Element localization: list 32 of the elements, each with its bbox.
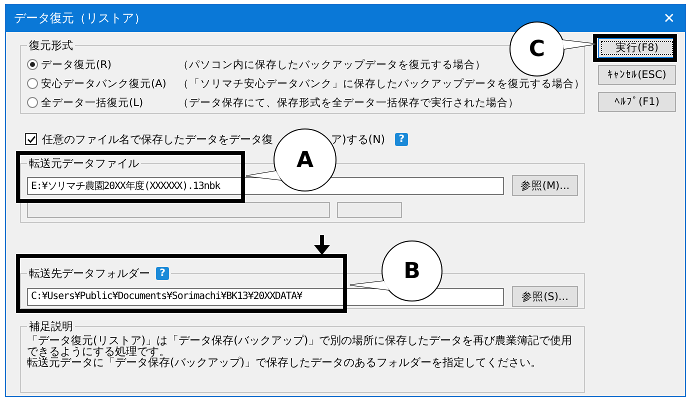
dialog-button[interactable]: ﾍﾙﾌﾟ(F1) xyxy=(598,92,676,112)
help-icon[interactable]: ? xyxy=(156,266,169,280)
browse-button[interactable]: 参照(M)... xyxy=(512,175,578,196)
radio-button[interactable] xyxy=(27,78,38,89)
down-arrow-icon xyxy=(314,235,330,255)
group-title: 復元形式 xyxy=(29,38,73,52)
close-button[interactable]: ✕ xyxy=(663,10,675,26)
note-text: 転送元データに「データ保存(バックアップ)」で保存したデータのあるフォルダーを指定してください。 xyxy=(27,357,543,368)
option-description: （データ保存にて、保存形式を全データ一括保存で実行された場合） xyxy=(178,96,520,110)
callout-letter: C xyxy=(528,36,546,63)
radio-label[interactable]: 安心データバンク復元(A) xyxy=(41,76,178,90)
radio-button[interactable] xyxy=(27,97,38,108)
dialog-button[interactable]: 実行(F8) xyxy=(598,38,676,58)
callout-letter: B xyxy=(402,258,422,285)
checkbox-label[interactable]: ア)する(N) xyxy=(331,132,386,146)
checkbox[interactable] xyxy=(25,133,37,145)
note-text: 「データ復元(リストア)」は「データ保存(バックアップ)」で別の場所に保存したデータを再び農業簿記で使用できるようにする処理です。 xyxy=(27,335,574,357)
group-title: 転送先データフォルダー xyxy=(29,266,150,280)
dialog-button[interactable]: ｷｬﾝｾﾙ(ESC) xyxy=(598,65,676,85)
radio-label[interactable]: データ復元(R) xyxy=(41,58,178,72)
callout-letter: A xyxy=(295,146,315,174)
group-title: 補足説明 xyxy=(29,318,73,334)
browse-button[interactable]: 参照(S)... xyxy=(512,286,578,307)
option-description: （パソコン内に保存したバックアップデータを復元する場合） xyxy=(178,58,487,72)
radio-button[interactable] xyxy=(27,59,38,70)
option-description: （「ソリマチ安心データバンク」に保存したバックアップデータを復元する場合） xyxy=(178,76,585,90)
window-title: データ復元（リストア） xyxy=(14,10,146,27)
group-title: 転送元データファイル xyxy=(29,156,139,170)
checkbox-label[interactable]: 任意のファイル名で保存したデータをデータ復 xyxy=(42,132,273,146)
help-icon[interactable]: ? xyxy=(395,132,408,146)
disabled-field xyxy=(337,202,402,218)
radio-label[interactable]: 全データ一括復元(L) xyxy=(41,96,178,110)
